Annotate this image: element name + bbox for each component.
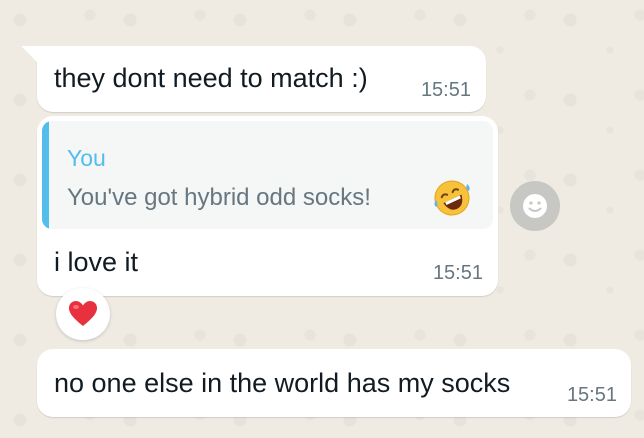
bubble-tail xyxy=(21,46,37,62)
quote-accent-bar xyxy=(42,121,49,229)
message-text: they dont need to match :) xyxy=(54,63,368,93)
message-text: i love it xyxy=(54,247,139,277)
message-bubble[interactable]: You You've got hybrid odd socks! i love … xyxy=(37,116,498,296)
quoted-message[interactable]: You You've got hybrid odd socks! xyxy=(42,121,493,229)
add-reaction-button[interactable] xyxy=(510,181,560,231)
reaction-badge[interactable] xyxy=(56,288,110,340)
red-heart-emoji xyxy=(69,301,97,326)
quote-author: You xyxy=(67,145,106,171)
message-timestamp: 15:51 xyxy=(432,262,483,284)
rolling-on-floor-laughing-emoji xyxy=(434,180,470,216)
smiley-icon xyxy=(523,194,547,218)
message-bubble[interactable]: they dont need to match :) 15:51 xyxy=(21,46,486,112)
message-timestamp: 15:51 xyxy=(566,384,617,406)
message-bubble[interactable]: no one else in the world has my socks 15… xyxy=(37,349,631,417)
message-text: no one else in the world has my socks xyxy=(54,368,511,398)
message-timestamp: 15:51 xyxy=(420,79,471,101)
quote-text: You've got hybrid odd socks! xyxy=(67,184,371,211)
